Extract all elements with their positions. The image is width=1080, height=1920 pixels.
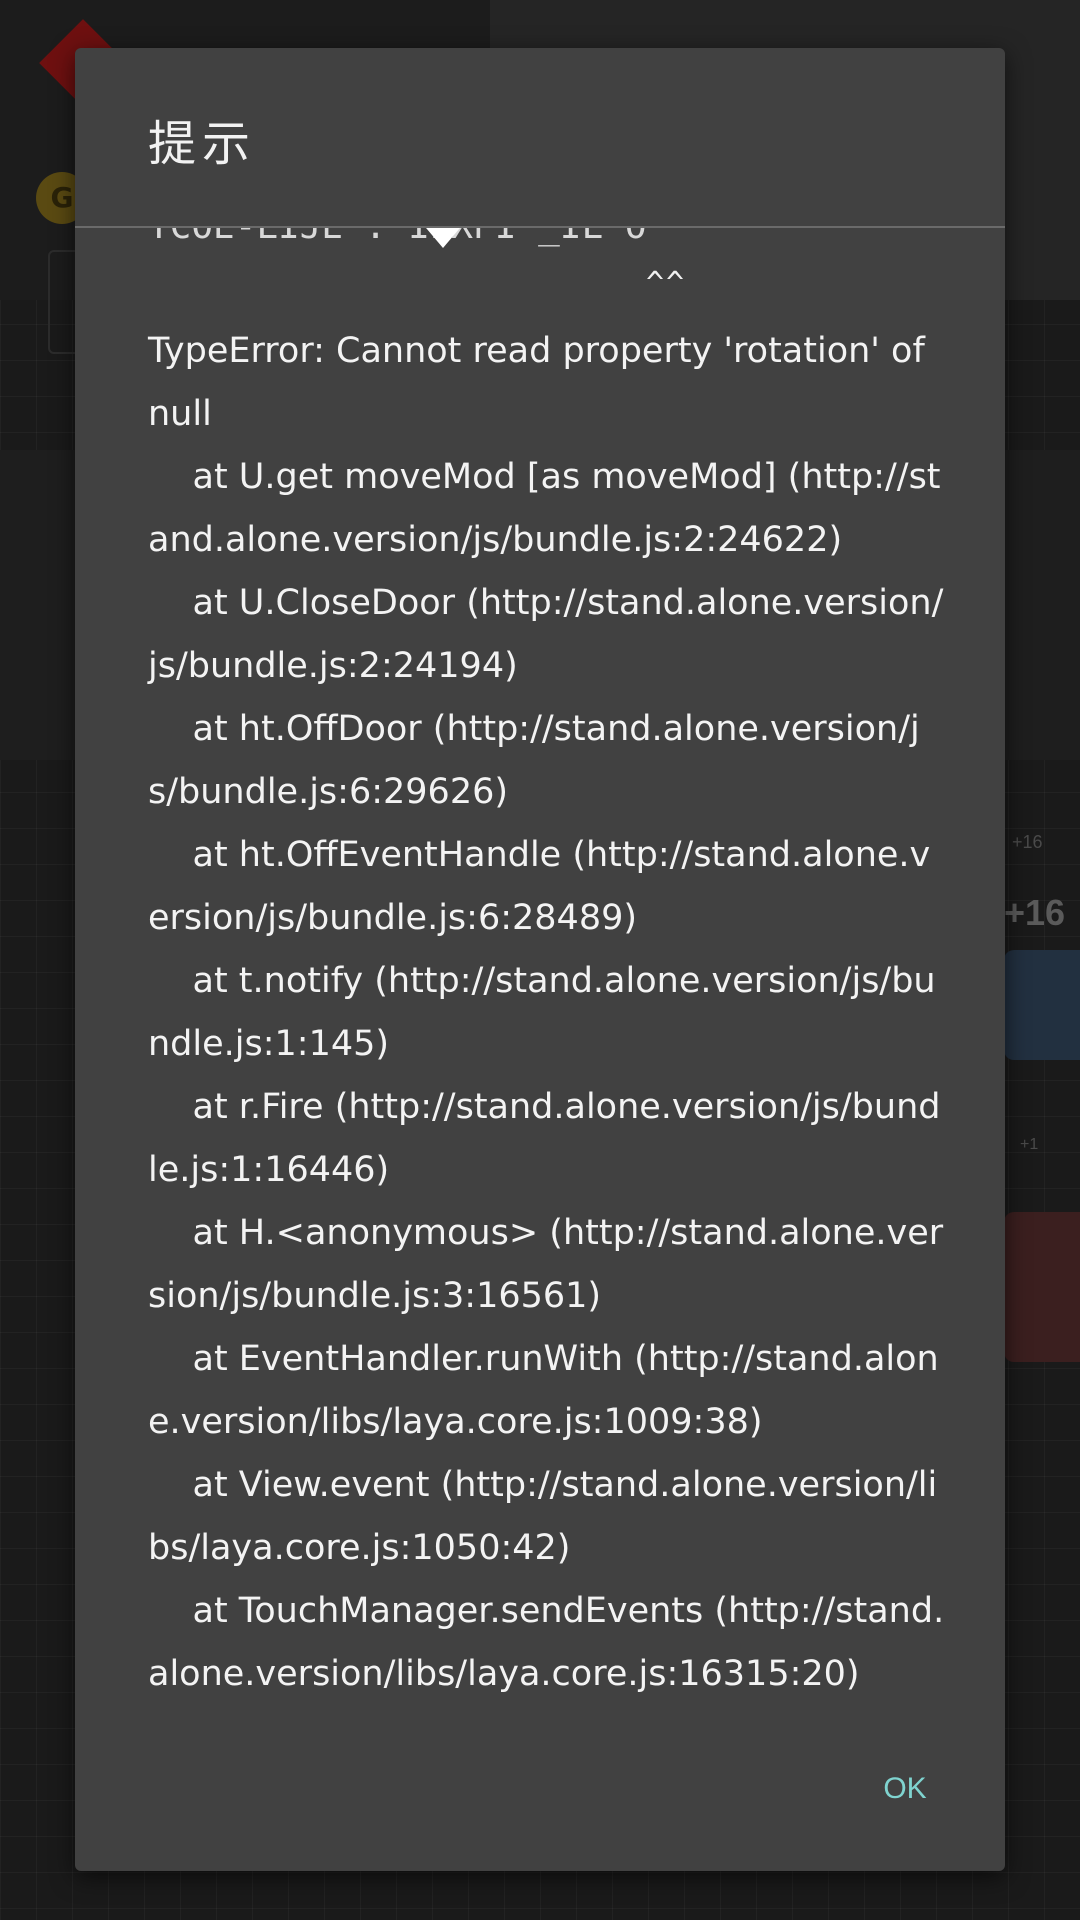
scroll-marker-icon [421,228,465,248]
dialog-title: 提示 [148,116,257,172]
error-stack-trace: TypeError: Cannot read property 'rotatio… [148,331,945,1694]
error-dialog: 提示 TCOE-LIJE . IIXPI _IL O ^^ TypeError:… [75,48,1005,1871]
background-item-blue [1004,950,1080,1060]
error-caret: ^^ [646,266,687,301]
reward-badge-tiny: +1 [1020,1136,1039,1153]
reward-badge-small: +16 [1012,832,1043,852]
reward-badge-big: +16 [1004,892,1066,933]
ok-button[interactable]: OK [855,1754,955,1824]
background-item-red [1004,1212,1080,1362]
error-message-scroll[interactable]: TCOE-LIJE . IIXPI _IL O ^^ TypeError: Ca… [75,228,1005,1758]
cut-off-text-line: TCOE-LIJE . IIXPI _IL O [148,228,647,247]
